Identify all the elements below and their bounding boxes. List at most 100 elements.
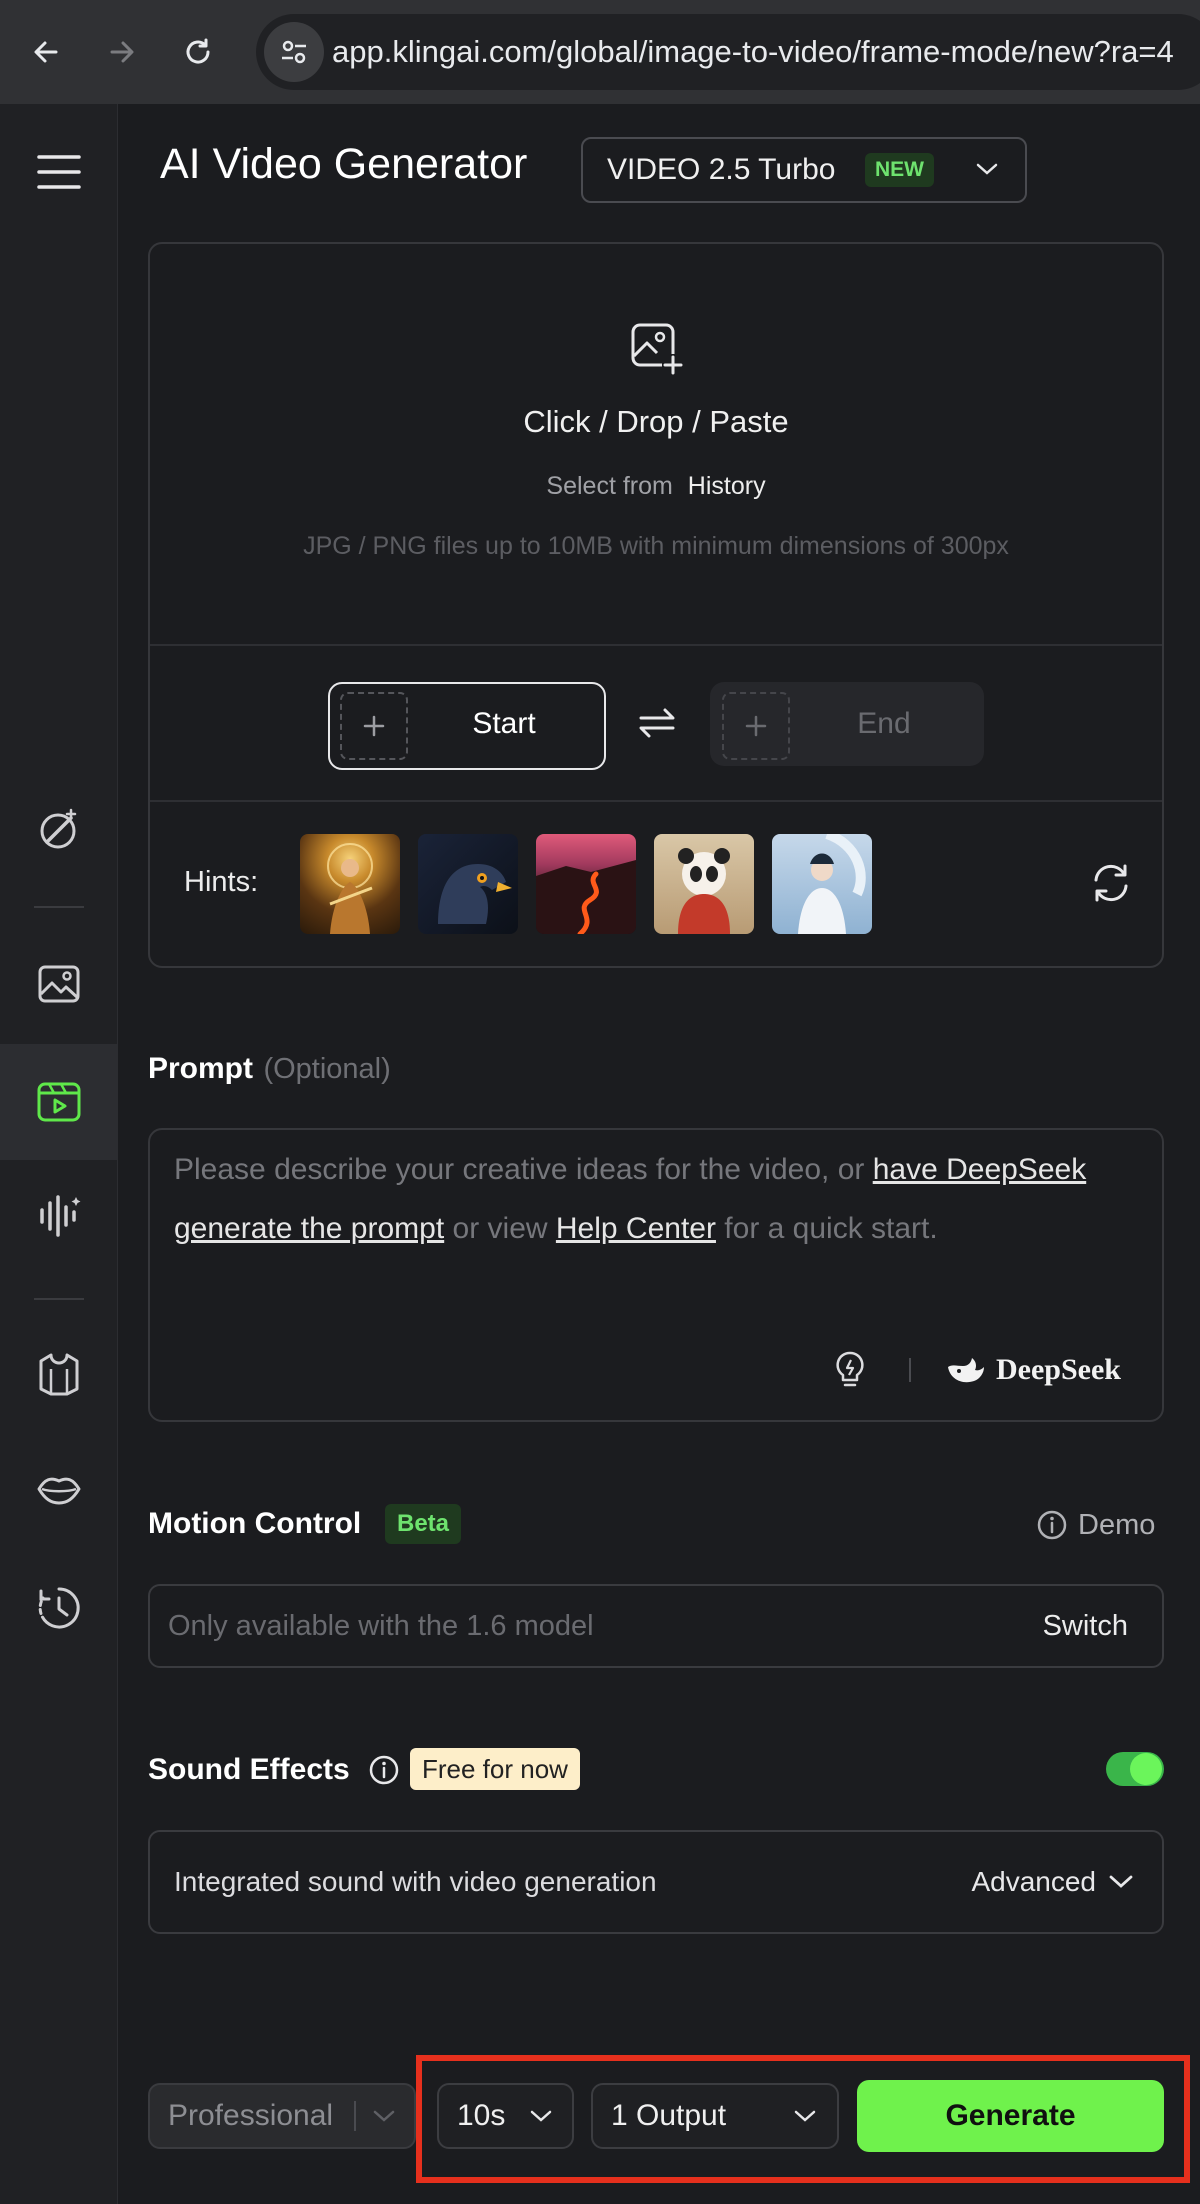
upload-requirements: JPG / PNG files up to 10MB with minimum … <box>303 532 1009 560</box>
advanced-label: Advanced <box>971 1866 1096 1897</box>
toggle-knob <box>1130 1753 1162 1785</box>
plus-icon <box>363 715 385 737</box>
lightbulb-icon[interactable] <box>834 1350 866 1388</box>
deepseek-whale-icon <box>948 1358 984 1383</box>
sound-effects-title: Sound Effects <box>148 1753 350 1786</box>
back-button[interactable] <box>22 28 70 76</box>
refresh-hints-icon[interactable] <box>1090 862 1132 904</box>
address-bar[interactable]: app.klingai.com/global/image-to-video/fr… <box>256 14 1200 90</box>
prompt-text-2: or view <box>444 1212 556 1245</box>
image-icon <box>38 965 80 1003</box>
upload-card: Click / Drop / Paste Select from History… <box>148 242 1164 968</box>
shirt-icon <box>39 1353 79 1396</box>
advanced-dropdown[interactable]: Advanced <box>971 1832 1134 1932</box>
menu-icon <box>37 155 81 189</box>
page-title: AI Video Generator <box>160 140 528 188</box>
sidebar-item-image[interactable] <box>0 936 118 1032</box>
prompt-text-1: Please describe your creative ideas for … <box>174 1153 873 1186</box>
reload-button[interactable] <box>174 28 222 76</box>
card-divider <box>150 800 1162 802</box>
prompt-header: Prompt (Optional) <box>148 1052 391 1086</box>
model-selector[interactable]: VIDEO 2.5 Turbo NEW <box>581 137 1027 203</box>
chevron-down-icon <box>976 163 998 175</box>
sidebar-divider <box>34 1298 84 1300</box>
magic-edit-icon <box>40 808 77 849</box>
motion-control-field: Only available with the 1.6 model Switch <box>148 1584 1164 1668</box>
hints-label: Hints: <box>184 866 259 898</box>
deepseek-label: DeepSeek <box>996 1353 1121 1386</box>
end-plus-box <box>722 692 790 760</box>
sound-effects-toggle[interactable] <box>1106 1752 1164 1786</box>
sound-settings-box: Integrated sound with video generation A… <box>148 1830 1164 1934</box>
tune-icon <box>282 40 306 64</box>
sidebar-item-magic-edit[interactable] <box>0 782 118 878</box>
start-label: Start <box>472 707 536 740</box>
url-text[interactable]: app.klingai.com/global/image-to-video/fr… <box>332 14 1174 90</box>
sidebar-item-history[interactable] <box>0 1560 118 1656</box>
forward-arrow-icon <box>110 41 134 63</box>
upload-title: Click / Drop / Paste <box>523 404 789 439</box>
deepseek-button[interactable]: DeepSeek <box>944 1348 1121 1392</box>
mode-select[interactable]: Professional <box>148 2083 416 2149</box>
plus-icon <box>745 715 767 737</box>
card-divider <box>150 644 1162 646</box>
goddess-image <box>327 843 373 934</box>
golden-goddess-thumbnail[interactable] <box>300 834 400 934</box>
new-badge: NEW <box>865 153 934 187</box>
history-icon <box>38 1587 80 1629</box>
select-from-row: Select from History <box>150 472 1162 501</box>
reload-icon <box>186 38 210 64</box>
forward-button[interactable] <box>98 28 146 76</box>
motion-placeholder: Only available with the 1.6 model <box>168 1610 594 1642</box>
sidebar-divider <box>34 906 84 908</box>
mode-divider <box>354 2101 356 2131</box>
end-frame-button[interactable]: End <box>710 682 984 766</box>
prompt-text-3: for a quick start. <box>715 1212 938 1245</box>
prompt-optional-label: (Optional) <box>263 1053 391 1085</box>
chevron-down-icon <box>1109 1875 1133 1888</box>
help-center-link[interactable]: Help Center <box>556 1212 716 1245</box>
eagle-thumbnail[interactable] <box>418 834 518 934</box>
start-plus-box <box>340 692 408 760</box>
lips-icon <box>37 1477 81 1505</box>
motion-control-title: Motion Control <box>148 1507 362 1540</box>
site-info-button[interactable] <box>264 22 324 82</box>
back-arrow-icon <box>34 41 58 63</box>
audio-icon <box>40 1195 81 1237</box>
model-label: VIDEO 2.5 Turbo <box>607 153 836 186</box>
sidebar-item-outfit[interactable] <box>0 1326 118 1422</box>
sidebar <box>0 104 118 2204</box>
dragon-warrior-image <box>798 834 866 934</box>
eagle-image <box>438 864 512 924</box>
sound-description: Integrated sound with video generation <box>174 1866 657 1897</box>
switch-model-button[interactable]: Switch <box>1043 1586 1128 1666</box>
upload-dropzone[interactable] <box>150 244 1162 644</box>
start-frame-button[interactable]: Start <box>328 682 606 770</box>
history-link[interactable]: History <box>688 472 766 500</box>
info-icon <box>1037 1510 1067 1540</box>
menu-button[interactable] <box>0 124 118 220</box>
toolbar-divider <box>909 1358 911 1382</box>
sidebar-item-audio[interactable] <box>0 1168 118 1264</box>
sidebar-item-video[interactable] <box>0 1054 118 1150</box>
info-icon[interactable] <box>368 1754 400 1786</box>
highlight-box <box>416 2055 1190 2183</box>
add-image-icon <box>631 323 684 376</box>
prompt-title: Prompt <box>148 1052 253 1085</box>
lava-image <box>536 860 636 934</box>
demo-link[interactable]: Demo <box>1036 1505 1155 1545</box>
free-for-now-badge: Free for now <box>410 1748 580 1790</box>
dragon-warrior-thumbnail[interactable] <box>772 834 872 934</box>
video-icon <box>37 1082 81 1122</box>
chevron-down-icon <box>373 2110 395 2122</box>
beta-badge: Beta <box>385 1504 462 1544</box>
mode-label: Professional <box>168 2099 334 2132</box>
end-label: End <box>857 707 911 740</box>
prompt-textarea[interactable]: Please describe your creative ideas for … <box>148 1128 1164 1422</box>
lava-river-thumbnail[interactable] <box>536 834 636 934</box>
select-from-label: Select from <box>546 472 673 500</box>
swap-icon[interactable] <box>638 706 676 740</box>
demo-label: Demo <box>1078 1508 1156 1541</box>
sidebar-item-lip-sync[interactable] <box>0 1442 118 1538</box>
panda-thumbnail[interactable] <box>654 834 754 934</box>
